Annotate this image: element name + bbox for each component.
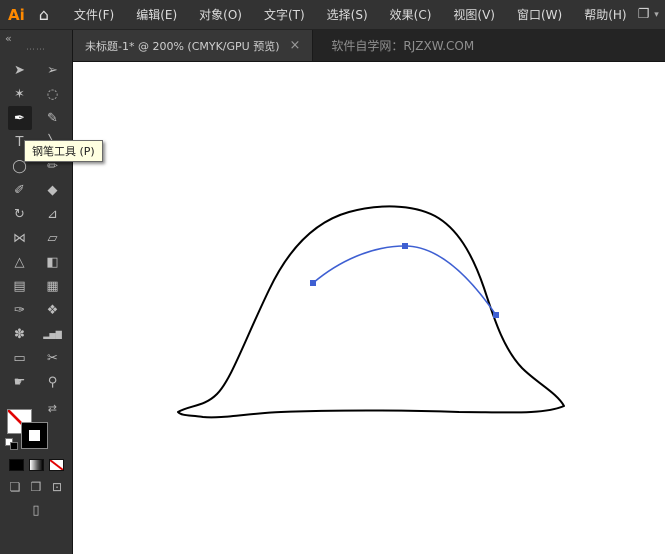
document-tabbar: 未标题-1* @ 200% (CMYK/GPU 预览) × 软件自学网：RJZX…: [73, 30, 665, 62]
menubar: Ai ⌂ 文件(F) 编辑(E) 对象(O) 文字(T) 选择(S) 效果(C)…: [0, 0, 665, 30]
workspace-icon: ❐: [638, 7, 650, 22]
anchor-point-0[interactable]: [310, 280, 316, 286]
slice-tool[interactable]: ✂: [41, 346, 65, 370]
collapse-panel-icon[interactable]: «: [0, 30, 17, 45]
gradient-tool[interactable]: ▤: [8, 274, 32, 298]
free-transform-tool[interactable]: ▱: [41, 226, 65, 250]
none-button[interactable]: [49, 459, 64, 471]
menu-edit[interactable]: 编辑(E): [125, 0, 188, 30]
pen-path: [313, 246, 496, 315]
color-button[interactable]: [9, 459, 24, 471]
workspace-switcher[interactable]: ❐ ▾: [638, 7, 665, 22]
anchor-point-1[interactable]: [402, 243, 408, 249]
magic-wand-tool[interactable]: ✶: [8, 82, 32, 106]
tools-grid: ➤ ➢ ✶ ◌ ✒ ✎ T ╲ ◯ ✏ ✐ ◆ ↻ ⊿ ⋈ ▱ △ ◧ ▤ ▦ …: [8, 58, 65, 394]
column-graph-tool[interactable]: ▂▅▇: [41, 322, 65, 346]
chevron-down-icon: ▾: [654, 10, 659, 20]
artboard-canvas[interactable]: [73, 62, 665, 554]
eyedropper-tool[interactable]: ✑: [8, 298, 32, 322]
curvature-tool[interactable]: ✎: [41, 106, 65, 130]
close-icon[interactable]: ×: [290, 39, 301, 52]
document-tab-title: 未标题-1* @ 200% (CMYK/GPU 预览): [85, 38, 280, 54]
perspective-grid-tool[interactable]: △: [8, 250, 32, 274]
fill-stroke-block: ⇄: [5, 402, 59, 450]
eraser-tool[interactable]: ◆: [41, 178, 65, 202]
anchor-point-2[interactable]: [493, 312, 499, 318]
menu-type[interactable]: 文字(T): [253, 0, 316, 30]
swap-fill-stroke-icon[interactable]: ⇄: [48, 402, 57, 415]
pen-tool[interactable]: ✒: [8, 106, 32, 130]
drawing-modes-row: ❏ ❒ ⊡: [7, 480, 66, 494]
gradient-button[interactable]: [29, 459, 44, 471]
draw-inside-button[interactable]: ⊡: [49, 480, 66, 494]
color-mode-row: [9, 459, 64, 471]
menu-object[interactable]: 对象(O): [188, 0, 253, 30]
draw-behind-button[interactable]: ❒: [28, 480, 45, 494]
menu-window[interactable]: 窗口(W): [506, 0, 573, 30]
hand-tool[interactable]: ☛: [8, 370, 32, 394]
menu-effect[interactable]: 效果(C): [379, 0, 443, 30]
tools-panel: « ⋯⋯ ➤ ➢ ✶ ◌ ✒ ✎ T ╲ ◯ ✏ ✐ ◆ ↻ ⊿ ⋈ ▱ △ ◧…: [0, 30, 73, 554]
lasso-tool[interactable]: ◌: [41, 82, 65, 106]
pen-tool-tooltip: 钢笔工具 (P): [24, 140, 103, 162]
menu-select[interactable]: 选择(S): [316, 0, 379, 30]
pencil-tool[interactable]: ✐: [8, 178, 32, 202]
blend-tool[interactable]: ❖: [41, 298, 65, 322]
symbol-sprayer-tool[interactable]: ✽: [8, 322, 32, 346]
rotate-tool[interactable]: ↻: [8, 202, 32, 226]
hat-outline-path: [178, 206, 564, 417]
menu-help[interactable]: 帮助(H): [573, 0, 637, 30]
panel-drag-handle[interactable]: ⋯⋯: [26, 46, 46, 55]
scale-tool[interactable]: ⊿: [41, 202, 65, 226]
document-tab[interactable]: 未标题-1* @ 200% (CMYK/GPU 预览) ×: [73, 30, 313, 61]
watermark-text: 软件自学网：RJZXW.COM: [313, 30, 474, 61]
selection-tool[interactable]: ➤: [8, 58, 32, 82]
default-fill-stroke-icon[interactable]: [5, 438, 19, 450]
width-tool[interactable]: ⋈: [8, 226, 32, 250]
mesh-tool[interactable]: ▦: [41, 274, 65, 298]
screen-mode-button[interactable]: ▯: [32, 503, 39, 518]
menu-file[interactable]: 文件(F): [63, 0, 125, 30]
draw-normal-button[interactable]: ❏: [7, 480, 24, 494]
menu-view[interactable]: 视图(V): [442, 0, 506, 30]
default-stroke-icon: [10, 442, 18, 450]
app-logo: Ai: [0, 6, 35, 24]
stroke-swatch[interactable]: [22, 423, 47, 448]
artboard-tool[interactable]: ▭: [8, 346, 32, 370]
home-icon[interactable]: ⌂: [35, 5, 63, 24]
shape-builder-tool[interactable]: ◧: [41, 250, 65, 274]
direct-selection-tool[interactable]: ➢: [41, 58, 65, 82]
drawing-svg: [73, 62, 665, 554]
zoom-tool[interactable]: ⚲: [41, 370, 65, 394]
